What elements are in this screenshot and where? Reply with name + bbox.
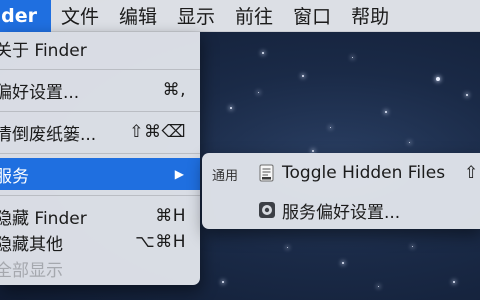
menu-bar: nder 文件 编辑 显示 前往 窗口 帮助 — [0, 0, 480, 32]
submenu-item-label: Toggle Hidden Files — [282, 163, 446, 183]
star-9 — [312, 150, 314, 152]
star-17 — [409, 142, 410, 143]
star-5 — [466, 94, 468, 96]
menu-item-services[interactable]: 服务 ▶ — [0, 158, 200, 190]
menubar-finder[interactable]: nder — [0, 0, 51, 32]
menu-separator — [0, 111, 200, 112]
menubar-window-label: 窗口 — [293, 6, 332, 28]
star-11 — [342, 262, 344, 264]
menubar-file[interactable]: 文件 — [51, 0, 109, 32]
submenu-item-services-preferences[interactable]: 服务偏好设置... — [202, 195, 480, 225]
menu-item-label: 隐藏其他 — [0, 234, 63, 255]
menu-separator — [0, 69, 200, 70]
menu-separator — [0, 153, 200, 154]
menu-item-empty-trash[interactable]: 清倒废纸篓... ⇧⌘⌫ — [0, 116, 200, 148]
menu-item-about-finder[interactable]: 关于 Finder — [0, 32, 200, 64]
submenu-item-shortcut: ⇧ — [464, 163, 479, 183]
menu-item-shortcut: ⌘H — [155, 206, 186, 226]
star-13 — [453, 281, 455, 283]
services-preferences-icon — [259, 202, 275, 218]
menubar-view-label: 显示 — [177, 6, 216, 28]
star-12 — [412, 246, 413, 247]
menu-item-label: 全部显示 — [0, 260, 63, 281]
menubar-view[interactable]: 显示 — [167, 0, 225, 32]
menu-item-show-all: 全部显示 — [0, 252, 200, 284]
menu-item-label: 关于 Finder — [0, 40, 87, 61]
menubar-go[interactable]: 前往 — [225, 0, 283, 32]
menubar-help[interactable]: 帮助 — [341, 0, 399, 32]
menubar-window[interactable]: 窗口 — [283, 0, 341, 32]
menubar-edit-label: 编辑 — [119, 6, 158, 28]
star-1 — [262, 52, 264, 54]
submenu-item-label: 服务偏好设置... — [282, 202, 401, 223]
star-16 — [258, 92, 259, 93]
menu-item-preferences[interactable]: 偏好设置... ⌘, — [0, 74, 200, 106]
menu-item-label: 隐藏 Finder — [0, 208, 87, 229]
star-6 — [230, 107, 232, 109]
services-submenu: 通用 Toggle Hidden Files ⇧ 服务偏好设置... — [202, 153, 480, 229]
star-10 — [287, 247, 288, 248]
menubar-go-label: 前往 — [235, 6, 274, 28]
menu-item-label: 清倒废纸篓... — [0, 124, 97, 145]
star-2 — [302, 75, 304, 77]
star-8 — [385, 111, 387, 113]
menubar-file-label: 文件 — [61, 6, 100, 28]
script-document-icon — [259, 164, 274, 182]
star-15 — [378, 286, 379, 287]
star-3 — [352, 57, 353, 58]
submenu-item-toggle-hidden-files[interactable]: Toggle Hidden Files ⇧ — [202, 158, 480, 188]
star-14 — [222, 281, 224, 283]
menubar-finder-label: nder — [0, 4, 37, 27]
menu-separator — [0, 195, 200, 196]
menubar-edit[interactable]: 编辑 — [109, 0, 167, 32]
submenu-arrow-icon: ▶ — [174, 167, 184, 181]
star-4 — [436, 77, 440, 81]
menu-item-label: 偏好设置... — [0, 82, 80, 103]
menu-item-shortcut: ⌥⌘H — [135, 232, 186, 252]
star-7 — [330, 127, 331, 128]
menu-item-shortcut: ⇧⌘⌫ — [129, 122, 186, 142]
menu-item-shortcut: ⌘, — [162, 80, 186, 100]
finder-dropdown-menu: 关于 Finder 偏好设置... ⌘, 清倒废纸篓... ⇧⌘⌫ 服务 ▶ 隐… — [0, 32, 200, 285]
menubar-help-label: 帮助 — [351, 6, 390, 28]
menu-item-label: 服务 — [0, 166, 29, 187]
